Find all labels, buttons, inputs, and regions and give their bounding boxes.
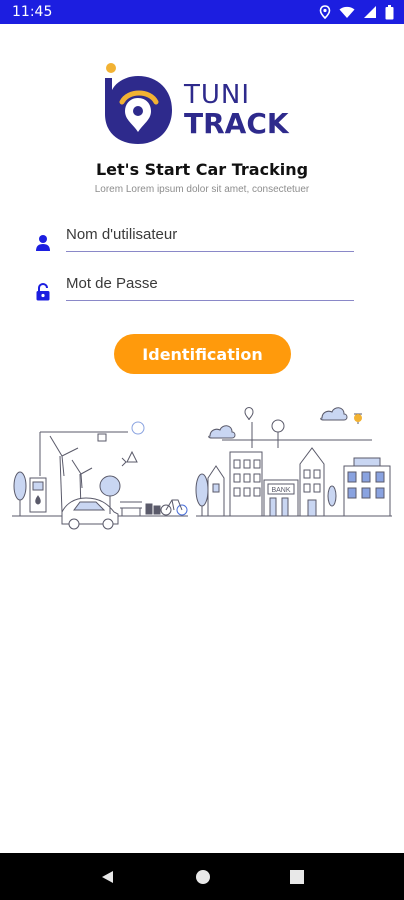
username-input[interactable] bbox=[66, 222, 354, 252]
city-illustration: BANK bbox=[12, 407, 392, 530]
app-logo: TUNI TRACK bbox=[100, 62, 310, 148]
login-button[interactable]: Identification bbox=[114, 334, 291, 374]
status-bar: 11:45 bbox=[0, 0, 404, 24]
password-field bbox=[30, 271, 356, 307]
signal-icon bbox=[364, 6, 376, 18]
logo-wordmark: TUNI TRACK bbox=[184, 82, 289, 138]
password-input[interactable] bbox=[66, 271, 354, 301]
status-icons bbox=[319, 4, 394, 20]
system-nav-bar bbox=[0, 853, 404, 900]
username-field bbox=[30, 222, 356, 258]
user-icon bbox=[36, 235, 50, 251]
logo-line1: TUNI bbox=[184, 80, 251, 110]
location-icon bbox=[319, 5, 331, 19]
bank-sign: BANK bbox=[271, 487, 290, 494]
page-title: Let's Start Car Tracking bbox=[95, 160, 309, 179]
back-icon[interactable] bbox=[100, 869, 116, 885]
logo-line2: TRACK bbox=[184, 107, 289, 140]
page-subtitle: Lorem Lorem ipsum dolor sit amet, consec… bbox=[94, 184, 310, 195]
recents-icon[interactable] bbox=[290, 869, 305, 884]
home-icon[interactable] bbox=[195, 869, 211, 885]
lock-icon bbox=[36, 283, 50, 301]
logo-mark-icon bbox=[105, 63, 172, 144]
battery-icon bbox=[385, 4, 394, 19]
status-time: 11:45 bbox=[12, 4, 53, 20]
wifi-icon bbox=[339, 6, 355, 18]
